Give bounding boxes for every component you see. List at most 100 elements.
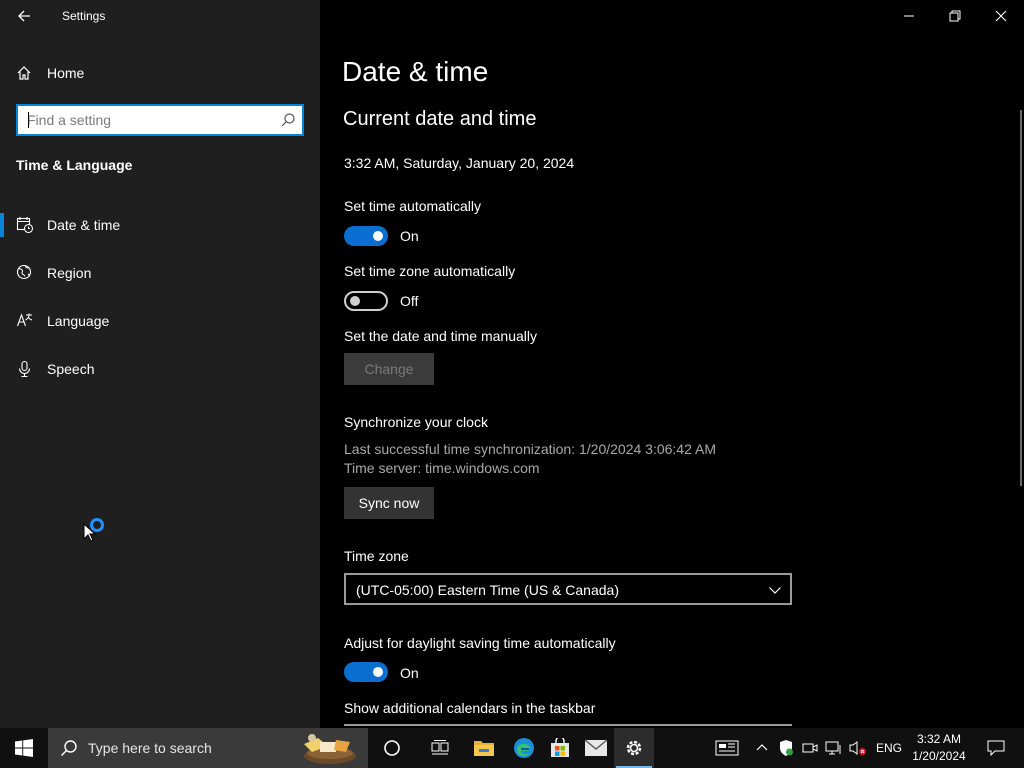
task-view-icon	[431, 740, 449, 755]
text-caret	[28, 112, 29, 128]
file-explorer-icon	[474, 741, 494, 756]
synchronize-clock-label: Synchronize your clock	[344, 414, 488, 430]
last-sync-text: Last successful time synchronization: 1/…	[344, 441, 716, 457]
taskbar-clock[interactable]: 3:32 AM 1/20/2024	[906, 731, 972, 765]
page-title: Date & time	[342, 56, 489, 87]
cortana-icon	[384, 740, 400, 756]
network-icon	[825, 741, 841, 755]
action-center-button[interactable]	[976, 728, 1016, 768]
app-title: Settings	[62, 9, 106, 23]
set-time-zone-automatically-state: Off	[400, 293, 419, 309]
sidebar-item-region[interactable]: Region	[0, 253, 320, 293]
find-setting-search[interactable]	[16, 104, 304, 136]
sidebar-item-label: Region	[47, 265, 92, 281]
globe-icon	[16, 264, 32, 280]
time-zone-label: Time zone	[344, 548, 409, 564]
find-setting-input[interactable]	[18, 106, 274, 134]
microsoft-store-button[interactable]	[540, 728, 580, 768]
sidebar-item-label: Date & time	[47, 217, 121, 233]
show-hidden-icons-button[interactable]	[752, 738, 772, 758]
volume-tray-button[interactable]	[848, 738, 868, 758]
shield-icon	[780, 740, 793, 756]
toggle-knob	[373, 231, 383, 241]
sync-now-button[interactable]: Sync now	[344, 487, 434, 519]
cortana-button[interactable]	[372, 728, 412, 768]
additional-calendars-label: Show additional calendars in the taskbar	[344, 700, 596, 716]
microphone-icon	[18, 360, 31, 378]
set-time-automatically-label: Set time automatically	[344, 198, 481, 214]
set-time-automatically-toggle[interactable]	[344, 226, 388, 246]
news-icon	[715, 740, 739, 756]
input-language-indicator[interactable]: ENG	[876, 741, 902, 755]
sidebar-item-date-time[interactable]: Date & time	[0, 205, 320, 245]
daylight-saving-label: Adjust for daylight saving time automati…	[344, 635, 616, 651]
security-tray-button[interactable]	[776, 738, 796, 758]
notification-icon	[987, 740, 1005, 756]
close-button[interactable]	[978, 0, 1024, 32]
window-controls	[886, 0, 1024, 32]
settings-taskbar-button[interactable]	[614, 728, 654, 768]
home-icon	[17, 66, 31, 80]
nav-home-label: Home	[47, 65, 85, 81]
restore-button[interactable]	[932, 0, 978, 32]
store-icon	[551, 738, 569, 757]
taskbar-time: 3:32 AM	[916, 732, 962, 746]
time-server-text: Time server: time.windows.com	[344, 460, 540, 476]
taskbar-date: 1/20/2024	[912, 749, 966, 763]
current-date-time: 3:32 AM, Saturday, January 20, 2024	[344, 155, 575, 171]
search-highlight-image-icon	[304, 734, 356, 764]
edge-button[interactable]	[504, 728, 544, 768]
section-heading: Current date and time	[343, 108, 537, 130]
file-explorer-button[interactable]	[464, 728, 504, 768]
edge-icon	[514, 738, 534, 758]
toggle-knob	[373, 667, 383, 677]
back-arrow-icon	[18, 10, 30, 22]
sidebar-item-speech[interactable]: Speech	[0, 349, 320, 389]
sidebar-item-label: Speech	[47, 361, 95, 377]
daylight-saving-state: On	[400, 665, 419, 681]
back-button[interactable]	[8, 4, 40, 28]
set-time-automatically-state: On	[400, 228, 419, 244]
date-time-icon	[16, 217, 34, 234]
sidebar-item-label: Language	[47, 313, 110, 329]
set-time-zone-automatically-label: Set time zone automatically	[344, 263, 516, 279]
minimize-icon	[904, 15, 914, 17]
daylight-saving-toggle[interactable]	[344, 662, 388, 682]
navigation-pane: Settings Home Time & Language Date & tim…	[0, 0, 320, 728]
network-tray-button[interactable]	[824, 738, 844, 758]
taskbar-search-placeholder: Type here to search	[88, 740, 212, 756]
mail-button[interactable]	[576, 728, 616, 768]
time-zone-dropdown[interactable]: (UTC-05:00) Eastern Time (US & Canada)	[344, 573, 792, 605]
taskbar: Type here to search ENG 3:32 AM 1/20/202…	[0, 728, 1024, 768]
set-date-time-manually-label: Set the date and time manually	[344, 328, 538, 344]
scrollbar[interactable]	[1020, 110, 1022, 486]
mail-icon	[584, 739, 608, 756]
chevron-up-icon	[756, 744, 768, 751]
minimize-button[interactable]	[886, 0, 932, 32]
taskbar-search-box[interactable]: Type here to search	[48, 728, 368, 768]
toggle-knob	[350, 296, 360, 306]
section-title: Time & Language	[16, 157, 133, 173]
sidebar-item-language[interactable]: Language	[0, 301, 320, 341]
mouse-cursor-icon	[83, 523, 97, 542]
news-widget-button[interactable]	[714, 738, 740, 758]
windows-logo-icon	[15, 739, 33, 757]
change-button[interactable]: Change	[344, 353, 434, 385]
chevron-down-icon	[769, 587, 781, 594]
content-pane: Date & time Current date and time 3:32 A…	[320, 0, 1024, 728]
search-icon[interactable]	[280, 112, 296, 128]
close-icon	[995, 10, 1007, 22]
time-zone-value: (UTC-05:00) Eastern Time (US & Canada)	[356, 582, 619, 598]
title-bar-left: Settings	[0, 0, 320, 32]
nav-home[interactable]: Home	[0, 57, 320, 89]
restore-icon	[949, 10, 961, 22]
task-view-button[interactable]	[420, 728, 460, 768]
meet-now-button[interactable]	[800, 738, 820, 758]
camera-icon	[802, 743, 818, 753]
start-button[interactable]	[0, 728, 48, 768]
volume-muted-icon	[849, 741, 866, 755]
search-icon	[61, 740, 77, 756]
language-icon	[16, 313, 33, 327]
settings-icon	[626, 740, 642, 756]
set-time-zone-automatically-toggle[interactable]	[344, 291, 388, 311]
